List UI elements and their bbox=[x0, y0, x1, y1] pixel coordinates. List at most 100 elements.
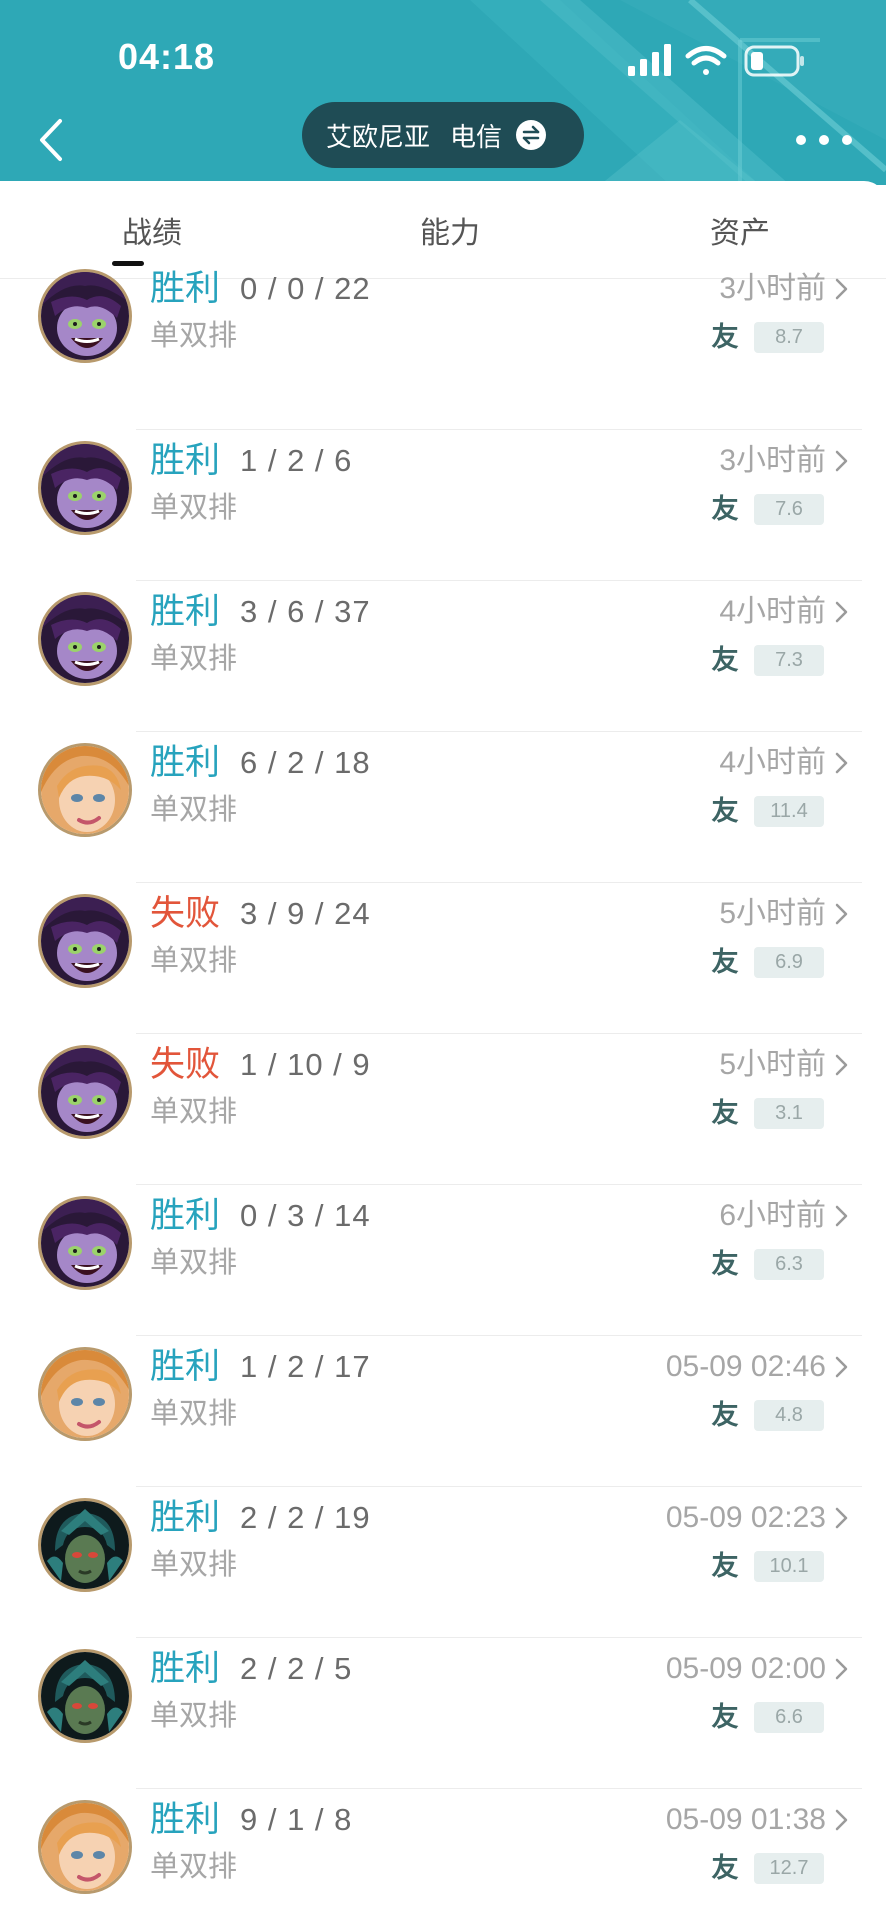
match-result: 胜利 bbox=[150, 1347, 221, 1387]
signal-icon bbox=[628, 44, 671, 76]
match-kda: 9 / 1 / 8 bbox=[240, 1802, 353, 1837]
champion-avatar bbox=[38, 1498, 132, 1592]
match-row[interactable]: 失败 1 / 10 / 9 单双排 5小时前友 3.1 bbox=[0, 1034, 886, 1185]
friend-icon: 友 bbox=[711, 1551, 739, 1582]
match-kda: 0 / 3 / 14 bbox=[240, 1198, 371, 1233]
match-time: 3小时前 bbox=[719, 444, 826, 477]
match-row[interactable]: 胜利 3 / 6 / 37 单双排 4小时前友 7.3 bbox=[0, 581, 886, 732]
match-row[interactable]: 胜利 0 / 0 / 22 单双排 3小时前友 8.7 bbox=[0, 269, 886, 430]
score-badge: 10.1 bbox=[754, 1551, 824, 1582]
chevron-right-icon bbox=[835, 450, 848, 472]
match-time: 05-09 02:23 bbox=[665, 1501, 826, 1534]
app-header: 04:18 艾欧尼亚 电信 bbox=[0, 0, 886, 185]
champion-avatar bbox=[38, 1045, 132, 1139]
score-badge: 6.9 bbox=[754, 947, 824, 978]
back-button[interactable] bbox=[26, 108, 76, 172]
tab-assets[interactable]: 资产 bbox=[650, 181, 830, 279]
match-mode: 单双排 bbox=[150, 490, 238, 524]
champion-avatar bbox=[38, 592, 132, 686]
match-result: 胜利 bbox=[150, 1649, 221, 1689]
server-isp: 电信 bbox=[450, 122, 503, 153]
match-mode: 单双排 bbox=[150, 1396, 238, 1430]
match-time: 5小时前 bbox=[719, 1048, 826, 1081]
score-badge: 6.6 bbox=[754, 1702, 824, 1733]
tab-active-indicator bbox=[112, 261, 144, 266]
friend-icon: 友 bbox=[711, 947, 739, 978]
tab-ability[interactable]: 能力 bbox=[360, 181, 540, 279]
match-row[interactable]: 胜利 2 / 2 / 5 单双排 05-09 02:00 友 6.6 bbox=[0, 1638, 886, 1789]
match-mode: 单双排 bbox=[150, 641, 238, 675]
match-mode: 单双排 bbox=[150, 1698, 238, 1732]
champion-avatar bbox=[38, 1800, 132, 1894]
score-badge: 12.7 bbox=[754, 1853, 824, 1884]
chevron-right-icon bbox=[835, 601, 848, 623]
match-result: 胜利 bbox=[150, 269, 221, 309]
match-result: 胜利 bbox=[150, 441, 221, 481]
match-row[interactable]: 胜利 6 / 2 / 18 单双排 4小时前友 11.4 bbox=[0, 732, 886, 883]
match-row[interactable]: 胜利 0 / 3 / 14 单双排 6小时前友 6.3 bbox=[0, 1185, 886, 1336]
chevron-right-icon bbox=[835, 1809, 848, 1831]
server-switcher[interactable]: 艾欧尼亚 电信 bbox=[302, 102, 584, 168]
match-time: 05-09 02:00 bbox=[665, 1652, 826, 1685]
chevron-right-icon bbox=[835, 1054, 848, 1076]
match-time: 4小时前 bbox=[719, 746, 826, 779]
more-dot-icon bbox=[796, 135, 806, 145]
match-result: 胜利 bbox=[150, 1498, 221, 1538]
match-result: 胜利 bbox=[150, 743, 221, 783]
match-row[interactable]: 胜利 9 / 1 / 8 单双排 05-09 01:38 友 12.7 bbox=[0, 1789, 886, 1920]
match-time: 4小时前 bbox=[719, 595, 826, 628]
match-mode: 单双排 bbox=[150, 792, 238, 826]
match-mode: 单双排 bbox=[150, 1245, 238, 1279]
match-time: 05-09 02:46 bbox=[665, 1350, 826, 1383]
more-options-button[interactable] bbox=[796, 122, 852, 158]
score-badge: 7.6 bbox=[754, 494, 824, 525]
match-row[interactable]: 失败 3 / 9 / 24 单双排 5小时前友 6.9 bbox=[0, 883, 886, 1034]
score-badge: 11.4 bbox=[754, 796, 824, 827]
swap-icon bbox=[516, 120, 547, 150]
server-name: 艾欧尼亚 bbox=[326, 122, 431, 153]
match-kda: 0 / 0 / 22 bbox=[240, 271, 371, 306]
champion-avatar bbox=[38, 894, 132, 988]
match-kda: 3 / 9 / 24 bbox=[240, 896, 371, 931]
tab-bar: 战绩 能力 资产 bbox=[0, 181, 886, 279]
chevron-right-icon bbox=[835, 903, 848, 925]
match-row[interactable]: 胜利 2 / 2 / 19 单双排 05-09 02:23 友 10.1 bbox=[0, 1487, 886, 1638]
chevron-right-icon bbox=[835, 1658, 848, 1680]
friend-icon: 友 bbox=[711, 1702, 739, 1733]
content-panel: 战绩 能力 资产 胜利 0 / 0 / 22 单双排 3小时前友 8.7 胜利 1 / 2… bbox=[0, 181, 886, 1920]
match-result: 失败 bbox=[150, 1045, 221, 1085]
match-kda: 1 / 2 / 17 bbox=[240, 1349, 371, 1384]
score-badge: 4.8 bbox=[754, 1400, 824, 1431]
match-row[interactable]: 胜利 1 / 2 / 17 单双排 05-09 02:46 友 4.8 bbox=[0, 1336, 886, 1487]
chevron-right-icon bbox=[835, 278, 848, 300]
friend-icon: 友 bbox=[711, 1098, 739, 1129]
status-icons bbox=[628, 44, 808, 78]
match-time: 3小时前 bbox=[719, 272, 826, 305]
score-badge: 7.3 bbox=[754, 645, 824, 676]
champion-avatar bbox=[38, 1649, 132, 1743]
more-dot-icon bbox=[842, 135, 852, 145]
friend-icon: 友 bbox=[711, 1400, 739, 1431]
purple-icon bbox=[41, 272, 129, 360]
match-kda: 1 / 10 / 9 bbox=[240, 1047, 371, 1082]
chevron-right-icon bbox=[835, 1356, 848, 1378]
match-mode: 单双排 bbox=[150, 1547, 238, 1581]
purple-icon bbox=[41, 1199, 129, 1287]
green-helm-icon bbox=[41, 1501, 129, 1589]
match-result: 失败 bbox=[150, 894, 221, 934]
match-time: 05-09 01:38 bbox=[665, 1803, 826, 1836]
match-kda: 2 / 2 / 19 bbox=[240, 1500, 371, 1535]
match-mode: 单双排 bbox=[150, 1094, 238, 1128]
champion-avatar bbox=[38, 441, 132, 535]
champion-avatar bbox=[38, 1347, 132, 1441]
match-mode: 单双排 bbox=[150, 318, 238, 352]
chevron-right-icon bbox=[835, 752, 848, 774]
champion-avatar bbox=[38, 1196, 132, 1290]
chevron-right-icon bbox=[835, 1507, 848, 1529]
wifi-icon bbox=[685, 46, 727, 75]
tab-match-history[interactable]: 战绩 bbox=[62, 181, 242, 279]
more-dot-icon bbox=[819, 135, 829, 145]
score-badge: 8.7 bbox=[754, 322, 824, 353]
chevron-left-icon bbox=[40, 119, 62, 161]
match-row[interactable]: 胜利 1 / 2 / 6 单双排 3小时前友 7.6 bbox=[0, 430, 886, 581]
